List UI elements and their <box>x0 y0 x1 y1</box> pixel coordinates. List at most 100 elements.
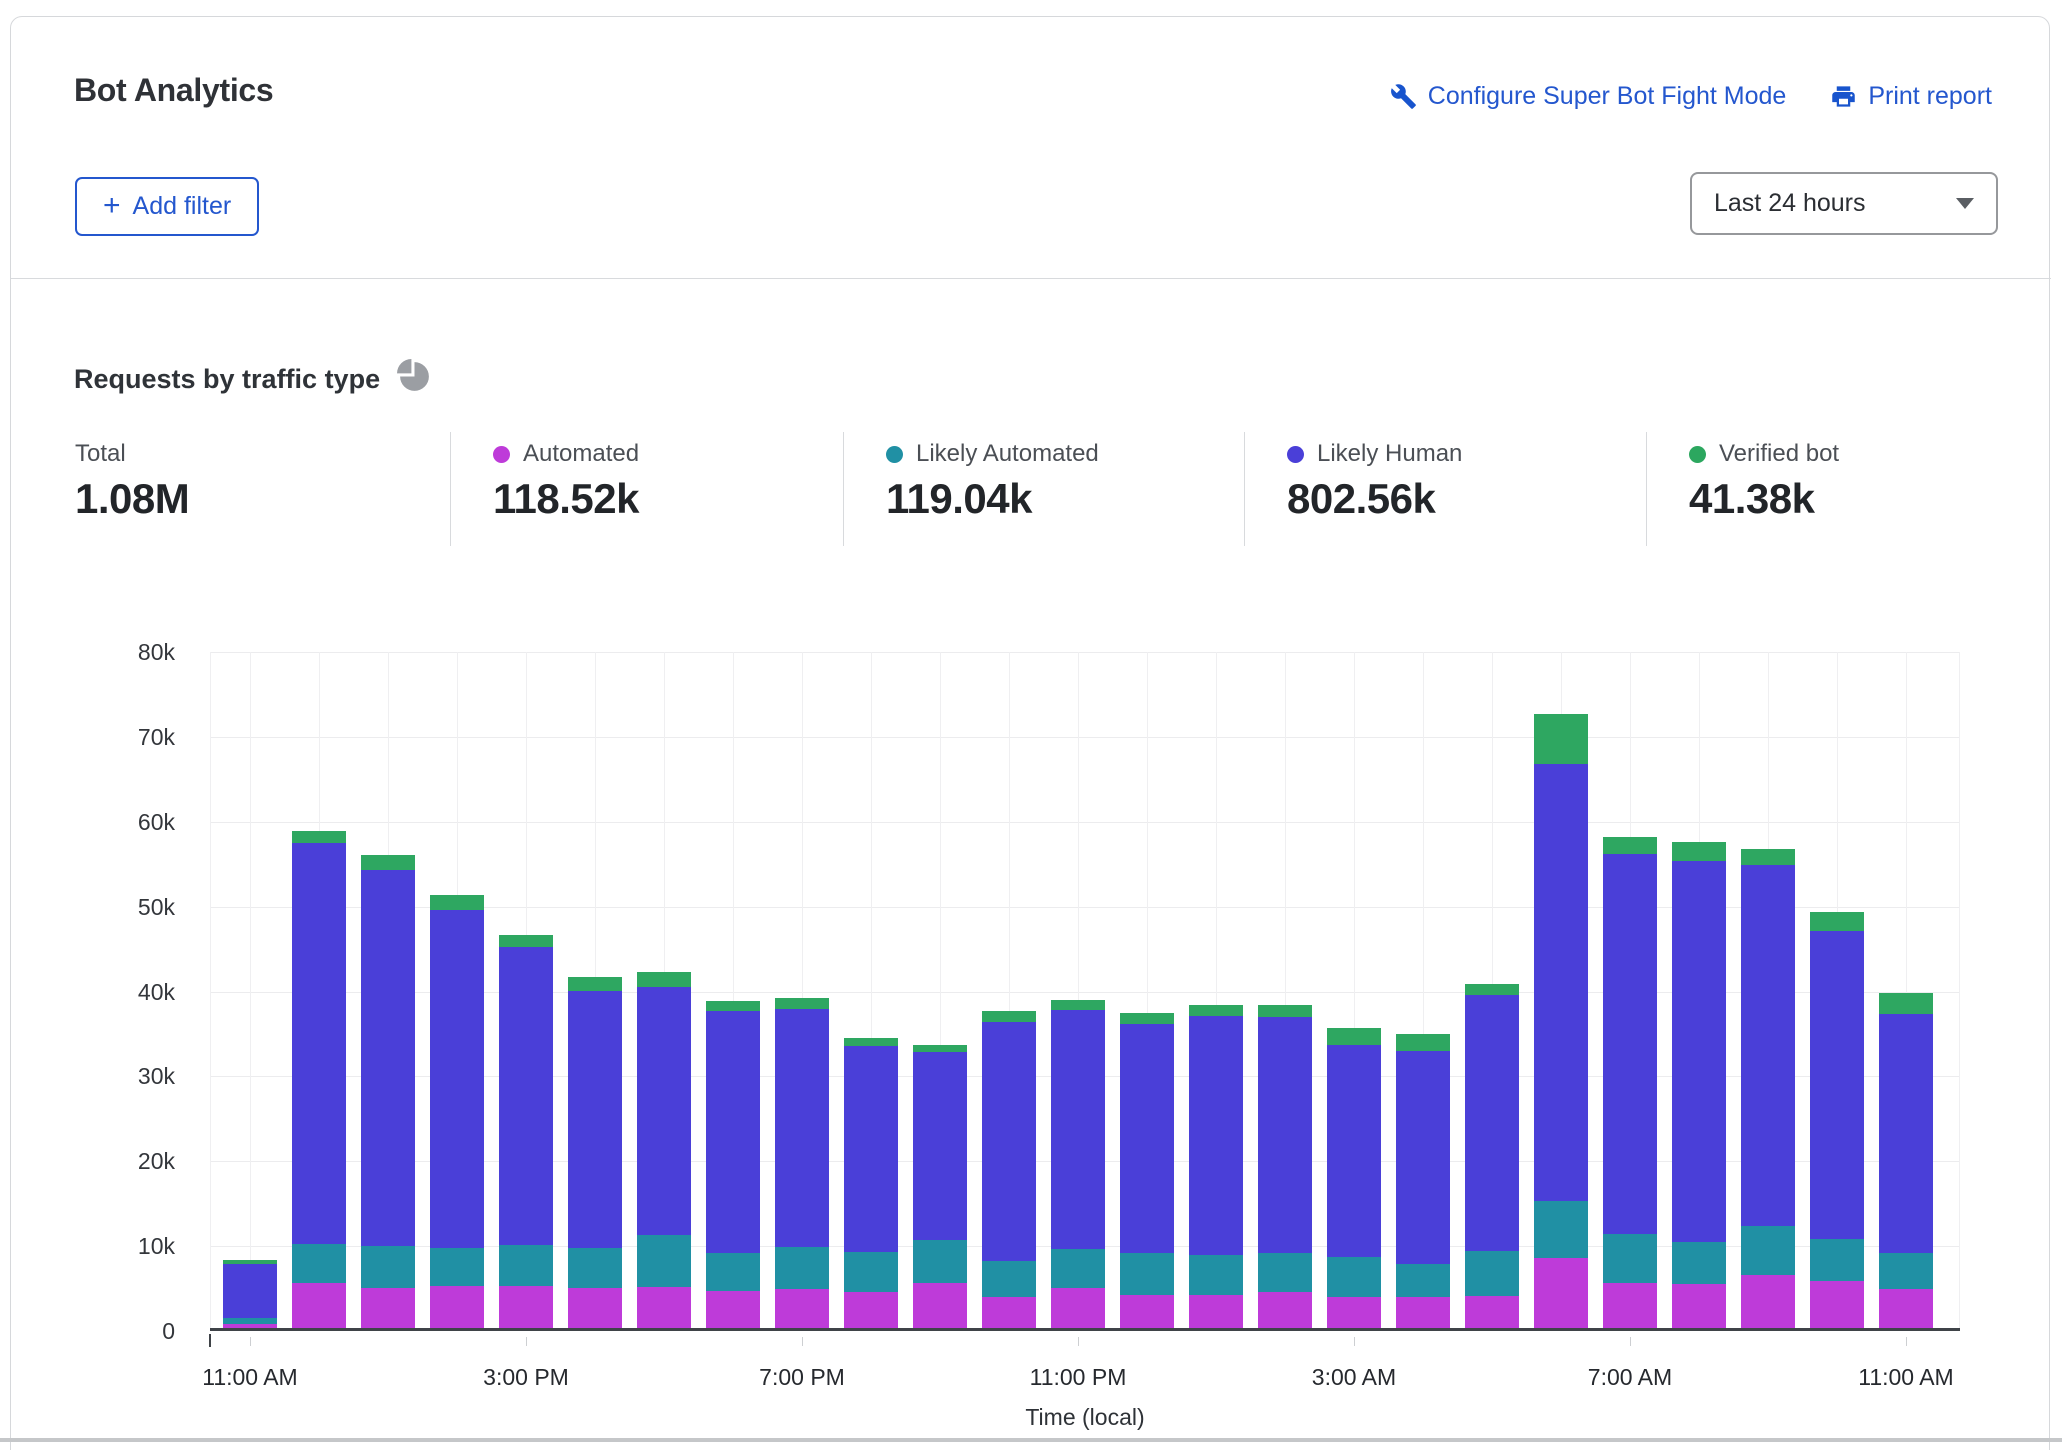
bar-segment-automated[interactable] <box>913 1283 967 1328</box>
bar-segment-likely-human[interactable] <box>1258 1017 1312 1253</box>
bar-segment-likely-human[interactable] <box>1534 764 1588 1201</box>
bar-7-00-am-20[interactable] <box>1603 837 1657 1328</box>
bar-segment-verified-bot[interactable] <box>1189 1005 1243 1016</box>
bar-segment-likely-automated[interactable] <box>1189 1255 1243 1295</box>
bar-segment-verified-bot[interactable] <box>637 972 691 986</box>
bar-1-00-am-14[interactable] <box>1189 1005 1243 1328</box>
bar-segment-likely-automated[interactable] <box>499 1245 553 1286</box>
configure-super-bot-fight-mode-link[interactable]: Configure Super Bot Fight Mode <box>1390 82 1787 111</box>
bar-11-00-pm-12[interactable] <box>1051 1000 1105 1328</box>
bar-2-00-am-15[interactable] <box>1258 1005 1312 1328</box>
bar-segment-likely-automated[interactable] <box>1327 1257 1381 1297</box>
bar-segment-likely-automated[interactable] <box>568 1248 622 1288</box>
bar-segment-verified-bot[interactable] <box>1741 849 1795 864</box>
bar-segment-automated[interactable] <box>982 1297 1036 1328</box>
bar-segment-automated[interactable] <box>1189 1295 1243 1328</box>
bar-segment-verified-bot[interactable] <box>499 935 553 947</box>
bar-segment-automated[interactable] <box>292 1283 346 1328</box>
bar-segment-likely-human[interactable] <box>1120 1024 1174 1253</box>
bar-segment-verified-bot[interactable] <box>292 831 346 842</box>
bar-segment-likely-human[interactable] <box>1879 1014 1933 1253</box>
bar-segment-likely-automated[interactable] <box>1879 1253 1933 1289</box>
bar-segment-likely-human[interactable] <box>1327 1045 1381 1256</box>
bar-segment-automated[interactable] <box>1534 1258 1588 1328</box>
bar-segment-automated[interactable] <box>223 1324 277 1328</box>
bar-segment-likely-automated[interactable] <box>706 1253 760 1290</box>
bar-segment-likely-human[interactable] <box>1051 1010 1105 1249</box>
bar-segment-automated[interactable] <box>1810 1281 1864 1328</box>
bar-segment-likely-automated[interactable] <box>637 1235 691 1288</box>
bar-segment-verified-bot[interactable] <box>844 1038 898 1046</box>
bar-segment-likely-automated[interactable] <box>775 1247 829 1289</box>
bar-segment-automated[interactable] <box>499 1286 553 1328</box>
bar-9-00-pm-10[interactable] <box>913 1045 967 1328</box>
bar-segment-likely-human[interactable] <box>568 991 622 1248</box>
bar-3-00-pm-4[interactable] <box>499 935 553 1328</box>
bar-segment-likely-automated[interactable] <box>1120 1253 1174 1295</box>
bar-segment-likely-automated[interactable] <box>1741 1226 1795 1275</box>
bar-segment-verified-bot[interactable] <box>1534 714 1588 763</box>
bar-4-00-am-17[interactable] <box>1396 1033 1450 1328</box>
bar-segment-verified-bot[interactable] <box>982 1011 1036 1021</box>
bar-segment-likely-automated[interactable] <box>361 1246 415 1288</box>
bar-segment-likely-human[interactable] <box>1741 865 1795 1227</box>
bar-segment-verified-bot[interactable] <box>1879 993 1933 1014</box>
bar-segment-likely-human[interactable] <box>1396 1051 1450 1264</box>
bar-segment-likely-automated[interactable] <box>1603 1234 1657 1283</box>
bar-segment-verified-bot[interactable] <box>775 998 829 1009</box>
bar-segment-likely-automated[interactable] <box>1396 1264 1450 1296</box>
bar-segment-likely-automated[interactable] <box>1051 1249 1105 1288</box>
bar-segment-automated[interactable] <box>1879 1289 1933 1328</box>
bar-segment-likely-human[interactable] <box>292 843 346 1244</box>
bar-1-00-pm-2[interactable] <box>361 855 415 1328</box>
bar-segment-verified-bot[interactable] <box>361 855 415 869</box>
bar-segment-likely-human[interactable] <box>775 1009 829 1247</box>
bar-segment-likely-automated[interactable] <box>430 1248 484 1286</box>
bar-segment-likely-human[interactable] <box>913 1052 967 1240</box>
bar-segment-automated[interactable] <box>1327 1297 1381 1328</box>
bar-segment-automated[interactable] <box>1465 1296 1519 1328</box>
bar-4-00-pm-5[interactable] <box>568 977 622 1328</box>
bar-6-00-pm-7[interactable] <box>706 1001 760 1328</box>
bar-segment-likely-automated[interactable] <box>1465 1251 1519 1296</box>
bar-segment-likely-human[interactable] <box>499 947 553 1245</box>
bar-segment-verified-bot[interactable] <box>1396 1034 1450 1052</box>
bar-segment-verified-bot[interactable] <box>706 1001 760 1011</box>
bar-6-00-am-19[interactable] <box>1534 714 1588 1328</box>
bar-segment-likely-automated[interactable] <box>223 1318 277 1324</box>
bar-segment-likely-automated[interactable] <box>1258 1253 1312 1291</box>
bar-segment-verified-bot[interactable] <box>430 895 484 910</box>
bar-segment-likely-human[interactable] <box>430 910 484 1248</box>
bar-segment-automated[interactable] <box>430 1286 484 1328</box>
bar-segment-verified-bot[interactable] <box>568 977 622 991</box>
bar-11-00-am-0[interactable] <box>223 1260 277 1328</box>
bar-segment-verified-bot[interactable] <box>223 1260 277 1264</box>
bar-segment-likely-automated[interactable] <box>913 1240 967 1283</box>
bar-10-00-pm-11[interactable] <box>982 1011 1036 1328</box>
bar-segment-likely-human[interactable] <box>1603 854 1657 1234</box>
bar-segment-verified-bot[interactable] <box>913 1045 967 1053</box>
bar-12-00-pm-1[interactable] <box>292 831 346 1328</box>
bar-3-00-am-16[interactable] <box>1327 1028 1381 1328</box>
bar-segment-verified-bot[interactable] <box>1327 1028 1381 1045</box>
bar-segment-automated[interactable] <box>1603 1283 1657 1328</box>
bar-segment-automated[interactable] <box>1120 1295 1174 1328</box>
bar-segment-likely-human[interactable] <box>1465 995 1519 1250</box>
add-filter-button[interactable]: + Add filter <box>75 177 259 236</box>
bar-segment-automated[interactable] <box>637 1287 691 1328</box>
bar-segment-verified-bot[interactable] <box>1120 1013 1174 1024</box>
bar-segment-automated[interactable] <box>706 1291 760 1328</box>
bar-8-00-am-21[interactable] <box>1672 842 1726 1328</box>
bar-segment-automated[interactable] <box>1672 1284 1726 1328</box>
bar-segment-likely-human[interactable] <box>361 870 415 1246</box>
bar-11-00-am-24[interactable] <box>1879 993 1933 1328</box>
bar-segment-verified-bot[interactable] <box>1810 912 1864 931</box>
bar-7-00-pm-8[interactable] <box>775 998 829 1328</box>
bar-segment-verified-bot[interactable] <box>1465 984 1519 995</box>
bar-segment-likely-automated[interactable] <box>1810 1239 1864 1281</box>
bar-segment-verified-bot[interactable] <box>1258 1005 1312 1017</box>
bar-10-00-am-23[interactable] <box>1810 912 1864 1328</box>
bar-2-00-pm-3[interactable] <box>430 895 484 1328</box>
bar-9-00-am-22[interactable] <box>1741 849 1795 1328</box>
bar-segment-likely-human[interactable] <box>1189 1016 1243 1255</box>
